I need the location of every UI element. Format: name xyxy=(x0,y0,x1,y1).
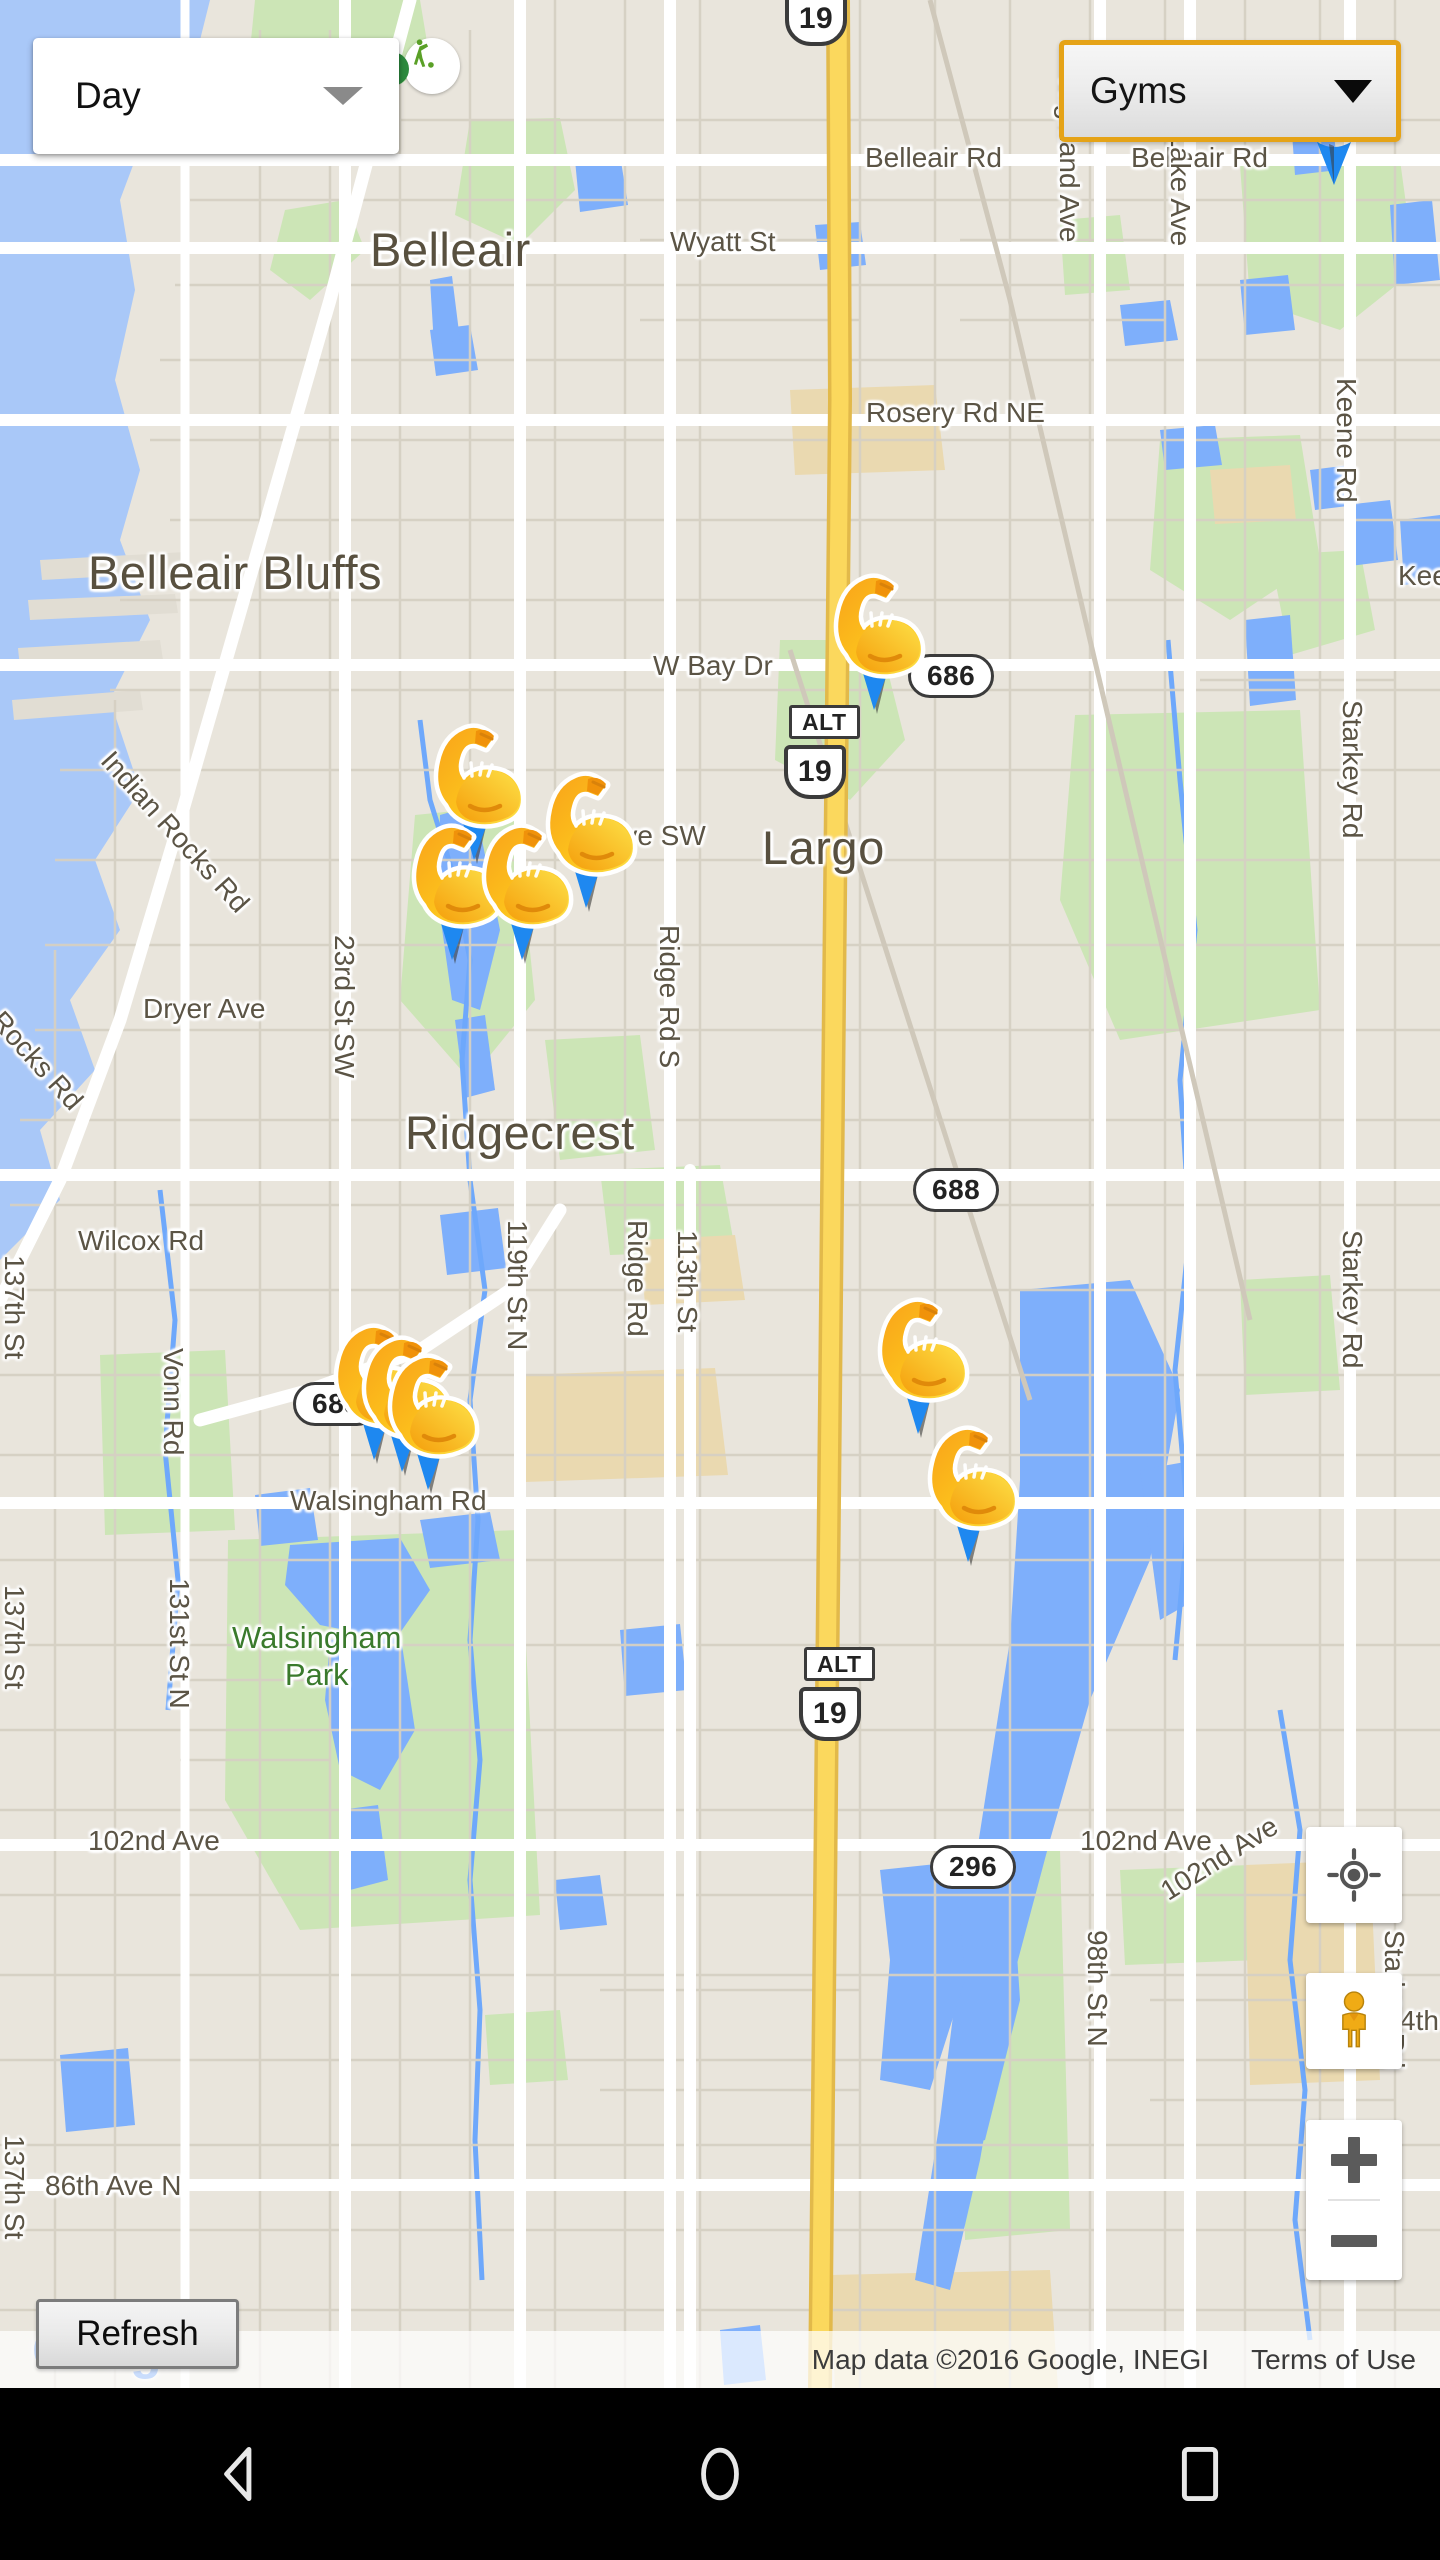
my-location-button[interactable] xyxy=(1306,1827,1402,1923)
gym-marker[interactable] xyxy=(466,818,584,968)
map-tiles xyxy=(0,0,1440,2388)
attribution-map-data: Map data ©2016 Google, INEGI xyxy=(811,2343,1210,2375)
gym-marker[interactable] xyxy=(912,1420,1030,1570)
day-filter-dropdown[interactable]: Day xyxy=(33,38,399,154)
recents-icon xyxy=(1181,2447,1219,2501)
highway-shield-us19: 19 xyxy=(784,745,846,799)
street-view-pegman-button[interactable] xyxy=(1306,1973,1402,2069)
category-filter-label: Gyms xyxy=(1090,70,1187,111)
home-icon xyxy=(701,2447,739,2501)
back-icon xyxy=(224,2447,252,2501)
golfer-glyph xyxy=(413,39,434,68)
highway-shield-alt: ALT xyxy=(804,1647,875,1681)
zoom-in-button[interactable] xyxy=(1306,2120,1402,2199)
map-canvas[interactable]: Belleair Belleair Bluffs Largo Ridgecres… xyxy=(0,0,1440,2388)
gym-marker[interactable] xyxy=(818,568,936,718)
day-filter-label: Day xyxy=(75,75,141,116)
my-location-icon xyxy=(1327,1848,1381,1902)
android-navigation-bar xyxy=(0,2388,1440,2560)
nav-home-button[interactable] xyxy=(620,2388,820,2560)
minus-icon xyxy=(1331,2234,1377,2247)
chevron-down-icon xyxy=(1334,79,1372,103)
highway-shield-688: 688 xyxy=(913,1168,1000,1212)
street-view-pegman-icon xyxy=(1342,1991,1366,2048)
nav-recents-button[interactable] xyxy=(1100,2388,1300,2560)
zoom-controls xyxy=(1306,2120,1402,2280)
category-filter-dropdown[interactable]: Gyms xyxy=(1059,40,1401,142)
highway-shield-296: 296 xyxy=(930,1845,1017,1889)
app-root: Belleair Belleair Bluffs Largo Ridgecres… xyxy=(0,0,1440,2560)
gym-marker[interactable] xyxy=(372,1348,490,1498)
poi-golf-icon[interactable] xyxy=(404,38,460,94)
plus-icon xyxy=(1348,2136,1360,2183)
zoom-out-button[interactable] xyxy=(1306,2201,1402,2280)
nav-back-button[interactable] xyxy=(140,2388,340,2560)
refresh-button[interactable]: Refresh xyxy=(36,2299,239,2369)
highway-shield-us19: 19 xyxy=(799,1687,861,1741)
highway-shield-us19: 19 xyxy=(785,0,847,46)
chevron-down-icon xyxy=(323,87,363,105)
terms-of-use-link[interactable]: Terms of Use xyxy=(1251,2344,1416,2376)
